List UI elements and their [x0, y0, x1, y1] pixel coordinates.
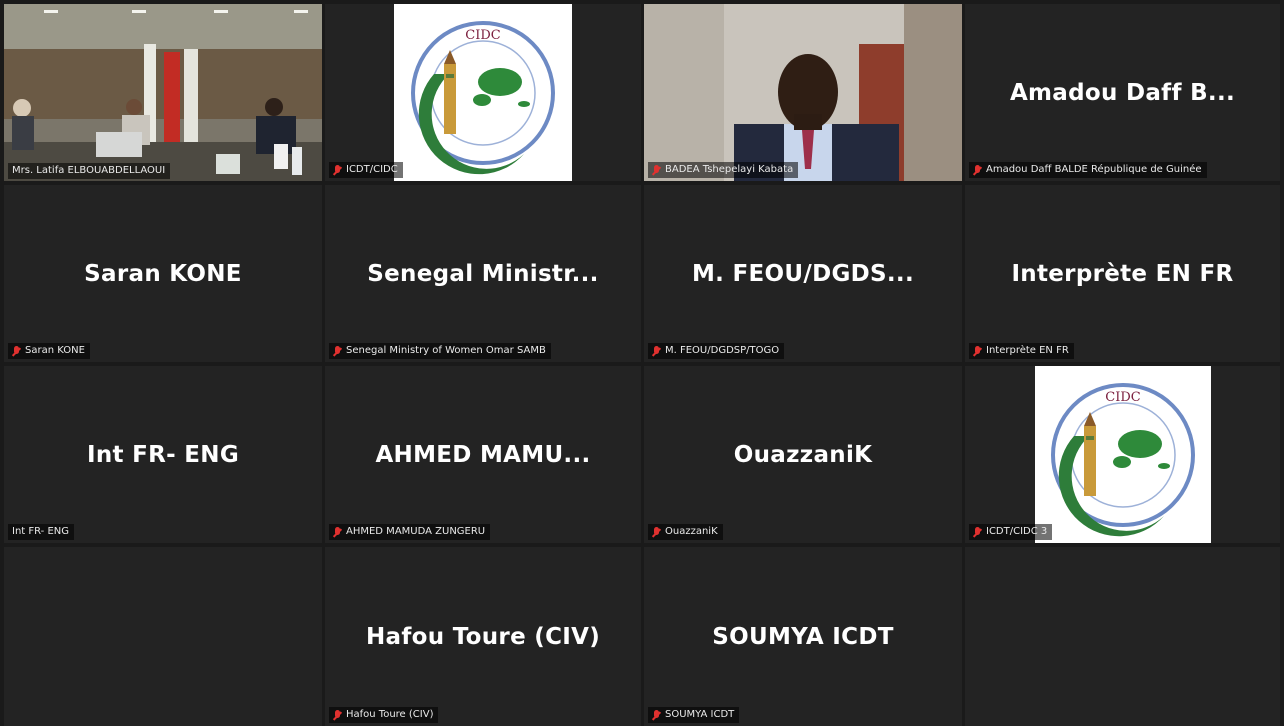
video-tile-icdt-3[interactable]: CIDC ICDT/CIDC 3 [965, 366, 1280, 543]
mic-muted-icon [333, 345, 342, 357]
video-tile-icdt[interactable]: CIDC ICDT/CIDC [325, 4, 641, 181]
participant-label: M. FEOU/DGDSP/TOGO [648, 343, 785, 359]
video-tile-ahmed[interactable]: AHMED MAMU... AHMED MAMUDA ZUNGERU [325, 366, 641, 543]
mic-muted-icon [652, 526, 661, 538]
logo-acronym: CIDC [1105, 390, 1141, 405]
mic-muted-icon [973, 164, 982, 176]
participant-label: Saran KONE [8, 343, 90, 359]
video-tile-senegal[interactable]: Senegal Ministr... Senegal Ministry of W… [325, 185, 641, 362]
mic-muted-icon [333, 709, 342, 721]
video-tile-empty [965, 547, 1280, 726]
participant-label: OuazzaniK [648, 524, 723, 540]
video-tile-empty [4, 547, 322, 726]
mic-muted-icon [973, 345, 982, 357]
participant-label: BADEA Tshepelayi Kabata [648, 162, 799, 178]
video-tile-saran[interactable]: Saran KONE Saran KONE [4, 185, 322, 362]
participant-label: Interprète EN FR [969, 343, 1074, 359]
video-tile-amadou[interactable]: Amadou Daff B... Amadou Daff BALDE Répub… [965, 4, 1280, 181]
participant-label: Hafou Toure (CIV) [329, 707, 439, 723]
participant-name: Hafou Toure (CIV) [365, 623, 601, 650]
participant-name: Saran KONE [84, 260, 242, 287]
video-tile-feou[interactable]: M. FEOU/DGDS... M. FEOU/DGDSP/TOGO [644, 185, 962, 362]
participant-name: OuazzaniK [733, 441, 873, 468]
participant-label: Mrs. Latifa ELBOUABDELLAOUI [8, 163, 171, 179]
video-tile-interprete[interactable]: Interprète EN FR Interprète EN FR [965, 185, 1280, 362]
video-tile-ouazzani[interactable]: OuazzaniK OuazzaniK [644, 366, 962, 543]
mic-muted-icon [652, 345, 661, 357]
video-tile-hafou[interactable]: Hafou Toure (CIV) Hafou Toure (CIV) [325, 547, 641, 726]
mic-muted-icon [12, 345, 21, 357]
participant-name: M. FEOU/DGDS... [691, 260, 915, 287]
mic-muted-icon [333, 526, 342, 538]
video-tile-soumya[interactable]: SOUMYA ICDT SOUMYA ICDT [644, 547, 962, 726]
participant-name: AHMED MAMU... [375, 441, 591, 468]
icdt-logo: CIDC [1035, 366, 1211, 543]
video-tile-latifa[interactable]: Mrs. Latifa ELBOUABDELLAOUI [4, 4, 322, 181]
participant-label: AHMED MAMUDA ZUNGERU [329, 524, 491, 540]
participant-label: ICDT/CIDC 3 [969, 524, 1053, 540]
video-tile-badea[interactable]: BADEA Tshepelayi Kabata [644, 4, 962, 181]
logo-acronym: CIDC [465, 28, 501, 43]
participant-label: SOUMYA ICDT [648, 707, 740, 723]
mic-muted-icon [973, 526, 982, 538]
mic-muted-icon [652, 164, 661, 176]
participant-label: Int FR- ENG [8, 524, 75, 540]
participant-name: Amadou Daff B... [1009, 79, 1236, 106]
participant-name: Int FR- ENG [86, 441, 240, 468]
participant-label: ICDT/CIDC [329, 162, 403, 178]
camera-feed-person [644, 4, 962, 181]
participant-name: Senegal Ministr... [367, 260, 599, 287]
participant-name: SOUMYA ICDT [712, 623, 894, 650]
mic-muted-icon [333, 164, 342, 176]
icdt-logo: CIDC [394, 4, 572, 181]
video-tile-int-fr-eng[interactable]: Int FR- ENG Int FR- ENG [4, 366, 322, 543]
participant-name: Interprète EN FR [1011, 260, 1234, 287]
gallery-view: Mrs. Latifa ELBOUABDELLAOUI CIDC ICDT/CI… [0, 0, 1284, 726]
mic-muted-icon [652, 709, 661, 721]
participant-label: Amadou Daff BALDE République de Guinée [969, 162, 1207, 178]
participant-label: Senegal Ministry of Women Omar SAMB [329, 343, 551, 359]
camera-feed-conference-room [4, 4, 322, 181]
